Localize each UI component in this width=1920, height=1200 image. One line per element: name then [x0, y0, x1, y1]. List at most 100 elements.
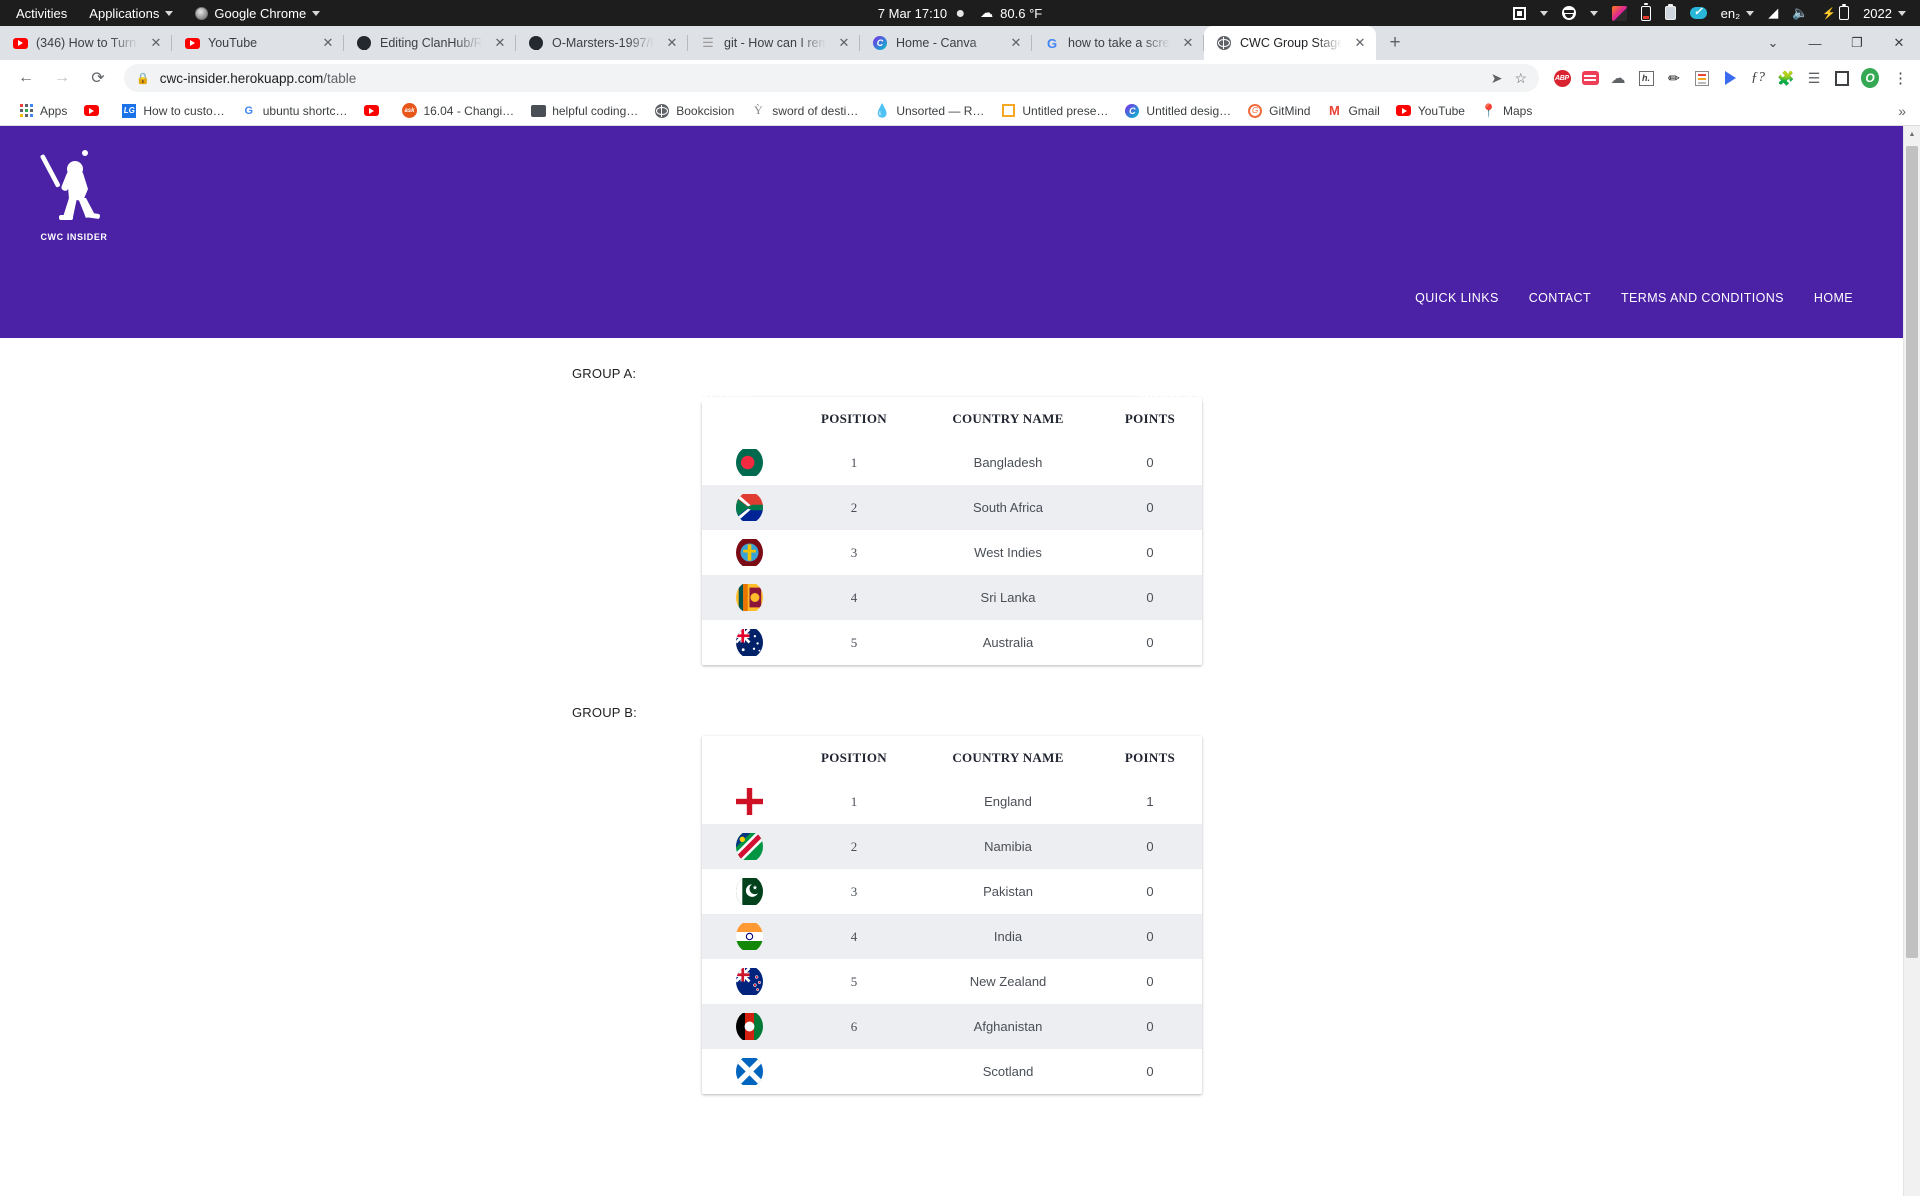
bookmarks-overflow-button[interactable]: »	[1898, 103, 1910, 119]
close-icon[interactable]: ✕	[148, 35, 164, 51]
search-tabs-button[interactable]: ⌄	[1752, 28, 1794, 58]
browser-tab[interactable]: (346) How to Turn a V ✕	[0, 26, 172, 60]
cpu-icon[interactable]	[1513, 7, 1526, 20]
redpage-icon[interactable]	[1693, 69, 1711, 87]
chevron-down-icon[interactable]	[1590, 11, 1598, 16]
app-menu-chrome[interactable]: Google Chrome	[195, 6, 320, 21]
browser-tab[interactable]: YouTube ✕	[172, 26, 344, 60]
bookmark-item[interactable]: C Untitled desig…	[1116, 100, 1239, 122]
year-indicator[interactable]: 2022	[1863, 6, 1906, 21]
bookmark-item[interactable]: 💧 Unsorted — R…	[866, 100, 992, 122]
scroll-up-arrow-icon[interactable]: ▲	[1904, 126, 1920, 143]
nav-terms-and-conditions[interactable]: TERMS AND CONDITIONS	[1621, 291, 1784, 305]
smiley-face-icon[interactable]	[1562, 6, 1576, 20]
clipboard-icon[interactable]	[1665, 6, 1676, 20]
cube-icon[interactable]	[1612, 6, 1627, 21]
bookmark-item[interactable]: ask 16.04 - Changi…	[393, 100, 522, 122]
browser-tab[interactable]: Editing ClanHub/REA ✕	[344, 26, 516, 60]
bookmark-item[interactable]: G ubuntu shortc…	[233, 100, 356, 122]
battery-charging-indicator[interactable]: ⚡	[1822, 6, 1849, 20]
square-icon[interactable]	[1833, 69, 1851, 87]
table-row[interactable]: 5 Australia 0	[702, 620, 1202, 665]
nav-quick-links[interactable]: QUICK LINKS	[1415, 291, 1499, 305]
nav-new-match[interactable]: New Match	[952, 387, 1428, 410]
bookmark-item[interactable]: LG How to custo…	[113, 100, 232, 122]
close-icon[interactable]: ✕	[836, 35, 852, 51]
close-icon[interactable]: ✕	[492, 35, 508, 51]
bookmark-item[interactable]: 📍 Maps	[1473, 100, 1540, 122]
bookmark-item[interactable]: YouTube	[1388, 100, 1473, 122]
eyedropper-icon[interactable]: ✏	[1665, 69, 1683, 87]
abp-icon[interactable]: ABP	[1553, 69, 1571, 87]
table-row[interactable]: 6 Afghanistan 0	[702, 1004, 1202, 1049]
clock[interactable]: 7 Mar 17:10	[878, 6, 964, 21]
chrome-menu-button[interactable]: ⋮	[1889, 69, 1912, 87]
back-button[interactable]: ←	[11, 63, 41, 93]
chevron-down-icon[interactable]	[1540, 11, 1548, 16]
weather-indicator[interactable]: ☁ 80.6 °F	[980, 5, 1042, 21]
nav-teams[interactable]: Teams	[0, 387, 476, 410]
puzzle-icon[interactable]: 🧩	[1777, 69, 1795, 87]
table-row[interactable]: 2 South Africa 0	[702, 485, 1202, 530]
blue-play-icon[interactable]	[1721, 69, 1739, 87]
avatar[interactable]: O	[1861, 69, 1879, 87]
close-icon[interactable]: ✕	[1180, 35, 1196, 51]
playlist-icon[interactable]: ☰	[1805, 69, 1823, 87]
bookmark-item[interactable]: Ỳ sword of desti…	[742, 100, 866, 122]
battery-icon[interactable]	[1641, 6, 1651, 21]
table-row[interactable]: 1 Bangladesh 0	[702, 440, 1202, 485]
bookmark-item[interactable]: M Gmail	[1318, 100, 1387, 122]
cloud-icon[interactable]: ☁	[1609, 69, 1627, 87]
bookmark-item[interactable]	[75, 100, 113, 122]
close-icon[interactable]: ✕	[320, 35, 336, 51]
table-row[interactable]: 1 England 1	[702, 779, 1202, 824]
nav-home[interactable]: HOME	[1814, 291, 1853, 305]
table-row[interactable]: 3 West Indies 0	[702, 530, 1202, 575]
close-icon[interactable]: ✕	[1352, 35, 1368, 51]
nav-contact[interactable]: CONTACT	[1529, 291, 1591, 305]
pocket-icon[interactable]	[1581, 69, 1599, 87]
browser-tab[interactable]: G how to take a screen r ✕	[1032, 26, 1204, 60]
browser-tab-active[interactable]: CWC Group Stage ✕	[1204, 26, 1376, 60]
table-row[interactable]: 2 Namibia 0	[702, 824, 1202, 869]
bookmark-item[interactable]: G GitMind	[1239, 100, 1318, 122]
bookmark-apps[interactable]: Apps	[10, 100, 75, 122]
browser-tab[interactable]: ☰ git - How can I remove ✕	[688, 26, 860, 60]
close-icon[interactable]: ✕	[1008, 35, 1024, 51]
nav-league-table[interactable]: League Table	[1427, 387, 1903, 410]
new-tab-button[interactable]: +	[1380, 28, 1410, 58]
wifi-icon[interactable]: ◢	[1768, 5, 1778, 21]
cloud-sync-icon[interactable]	[1690, 7, 1707, 19]
table-row[interactable]: 5 New Zealand 0	[702, 959, 1202, 1004]
h-icon[interactable]: h.	[1637, 69, 1655, 87]
close-window-button[interactable]: ✕	[1878, 28, 1920, 58]
forward-button[interactable]: →	[47, 63, 77, 93]
minimize-button[interactable]: —	[1794, 28, 1836, 58]
scrollbar-thumb[interactable]	[1906, 146, 1918, 958]
keyboard-layout-indicator[interactable]: en₂	[1721, 6, 1755, 21]
page-scrollbar[interactable]: ▲	[1903, 126, 1920, 1196]
bookmark-item[interactable]: helpful coding…	[522, 100, 646, 122]
reload-button[interactable]: ⟳	[83, 63, 113, 93]
volume-icon[interactable]: 🔈	[1792, 5, 1808, 21]
close-icon[interactable]: ✕	[664, 35, 680, 51]
table-row[interactable]: 3 Pakistan 0	[702, 869, 1202, 914]
table-row[interactable]: Scotland 0	[702, 1049, 1202, 1094]
applications-menu[interactable]: Applications	[89, 6, 173, 21]
share-icon[interactable]: ➤	[1491, 70, 1503, 87]
site-logo[interactable]: CWC INSIDER	[26, 134, 122, 242]
bookmark-star-icon[interactable]: ☆	[1514, 70, 1527, 87]
maximize-button[interactable]: ❐	[1836, 28, 1878, 58]
bookmark-item[interactable]: Bookcision	[646, 100, 742, 122]
bookmark-item[interactable]	[355, 100, 393, 122]
activities-button[interactable]: Activities	[16, 6, 67, 21]
gnome-center-group[interactable]: 7 Mar 17:10 ☁ 80.6 °F	[878, 5, 1042, 21]
bookmark-item[interactable]: Untitled prese…	[992, 100, 1116, 122]
f-question-icon[interactable]: ƒ?	[1749, 69, 1767, 87]
browser-tab[interactable]: C Home - Canva ✕	[860, 26, 1032, 60]
nav-matches[interactable]: Matches	[476, 387, 952, 410]
table-row[interactable]: 4 India 0	[702, 914, 1202, 959]
table-row[interactable]: 4 Sri Lanka 0	[702, 575, 1202, 620]
address-bar[interactable]: 🔒 cwc-insider.herokuapp.com/table ➤ ☆	[124, 64, 1539, 92]
browser-tab[interactable]: O-Marsters-1997/Flas ✕	[516, 26, 688, 60]
